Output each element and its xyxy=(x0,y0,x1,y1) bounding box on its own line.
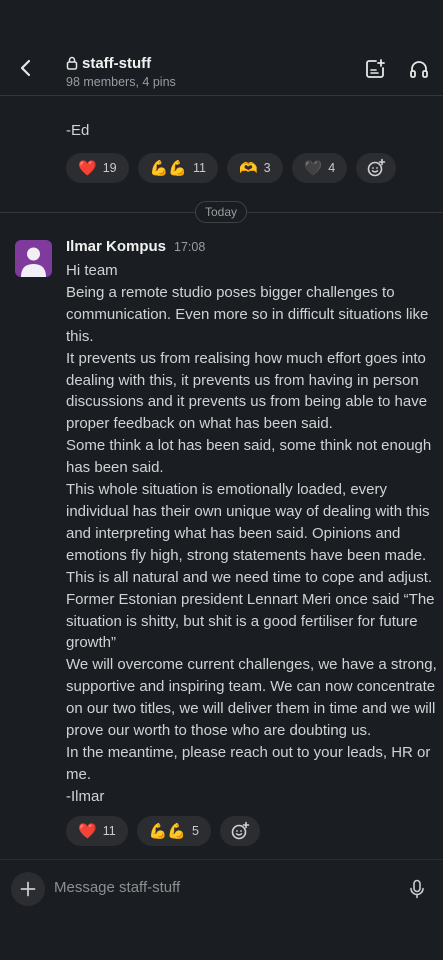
message-line: individual has their own unique way of d… xyxy=(66,502,430,520)
message-line: discussions and it prevents us from bein… xyxy=(66,393,428,411)
message-line: This is all natural and we need time to … xyxy=(66,568,433,586)
message-line: We will overcome current challenges, we … xyxy=(66,656,437,674)
avatar[interactable] xyxy=(15,240,52,277)
microphone-button[interactable] xyxy=(407,878,427,900)
add-reaction-button[interactable] xyxy=(219,816,260,846)
message-line: situation is shitty, but shit is a good … xyxy=(66,612,418,630)
reaction-muscle[interactable]: 💪💪 5 xyxy=(136,816,211,846)
add-reaction-icon xyxy=(367,158,386,177)
message-line: It prevents us from realising how much e… xyxy=(66,349,426,367)
black-heart-emoji: 🖤 xyxy=(303,159,323,177)
message-body: Hi team Being a remote studio poses bigge… xyxy=(66,260,438,808)
canvas-icon xyxy=(366,59,385,78)
message-line: me. xyxy=(66,765,92,783)
reaction-count: 4 xyxy=(328,161,336,175)
reaction-muscle[interactable]: 💪💪 11 xyxy=(137,153,218,183)
author-name[interactable]: Ilmar Kompus xyxy=(66,238,166,255)
headphones-icon xyxy=(410,61,428,78)
reaction-black-heart[interactable]: 🖤 4 xyxy=(291,153,348,183)
message-line: Former Estonian president Lennart Meri o… xyxy=(66,590,435,608)
message-line: and interpreting what has been said. Opi… xyxy=(66,524,401,542)
previous-message-reactions: ❤️ 19 💪💪 11 🫶 3 🖤 4 xyxy=(66,153,397,183)
message-line: this. xyxy=(66,327,94,345)
reaction-heart[interactable]: ❤️ 19 xyxy=(66,153,129,183)
message-line: Being a remote studio poses bigger chall… xyxy=(66,283,395,301)
back-button[interactable] xyxy=(14,56,38,80)
user-avatar-icon xyxy=(21,247,46,277)
heart-emoji: ❤️ xyxy=(78,159,97,177)
message-time: 17:08 xyxy=(174,240,206,254)
reaction-count: 3 xyxy=(263,161,271,175)
add-reaction-button[interactable] xyxy=(356,153,397,183)
reaction-custom[interactable]: 🫶 3 xyxy=(226,153,283,183)
message-line: proper feedback on what has been said. xyxy=(66,415,333,433)
message-line: prove our worth to those who are doubtin… xyxy=(66,722,372,740)
composer-divider xyxy=(0,859,443,860)
chevron-left-icon xyxy=(20,59,31,77)
channel-name: staff-stuff xyxy=(82,54,152,72)
reaction-count: 5 xyxy=(192,824,199,838)
microphone-icon xyxy=(410,879,424,899)
date-divider[interactable]: Today xyxy=(195,201,247,223)
custom-emoji: 🫶 xyxy=(238,159,258,177)
lock-icon xyxy=(66,56,78,70)
message-line: has been said. xyxy=(66,459,164,477)
message-line: supportive and inspiring team. We can no… xyxy=(66,678,436,696)
message-reactions: ❤️ 11 💪💪 5 xyxy=(66,816,260,846)
plus-icon xyxy=(20,881,36,897)
attach-button[interactable] xyxy=(11,872,45,906)
message-line: Hi team xyxy=(66,262,118,279)
reaction-count: 11 xyxy=(102,824,116,838)
previous-message-text: -Ed xyxy=(66,122,90,139)
reaction-heart[interactable]: ❤️ 11 xyxy=(66,816,128,846)
canvas-button[interactable] xyxy=(364,58,386,80)
message-line: dealing with this, it prevents us from h… xyxy=(66,371,419,389)
heart-emoji: ❤️ xyxy=(78,822,97,840)
add-reaction-icon xyxy=(231,821,250,840)
muscle-emoji: 💪💪 xyxy=(149,159,187,177)
message-line: In the meantime, please reach out to you… xyxy=(66,743,431,761)
channel-meta: 98 members, 4 pins xyxy=(66,75,176,89)
reaction-count: 11 xyxy=(192,161,206,175)
message-line: on our two titles, we will deliver them … xyxy=(66,700,436,718)
message-input[interactable]: Message staff-stuff xyxy=(54,879,180,896)
message-line: This whole situation is emotionally load… xyxy=(66,481,387,499)
reaction-count: 19 xyxy=(102,161,117,175)
channel-title-block[interactable]: staff-stuff 98 members, 4 pins xyxy=(66,53,176,90)
message-header: Ilmar Kompus 17:08 xyxy=(66,238,205,255)
message-line: emotions fly high, strong statements hav… xyxy=(66,546,427,564)
huddle-button[interactable] xyxy=(408,58,430,80)
muscle-emoji: 💪💪 xyxy=(148,822,187,840)
message-line: communication. Even more so in difficult… xyxy=(66,305,429,323)
message-line: Some think a lot has been said, some thi… xyxy=(66,437,432,455)
message-line: growth” xyxy=(66,634,117,652)
channel-header: staff-stuff 98 members, 4 pins xyxy=(0,0,443,96)
message-line: -Ilmar xyxy=(66,787,105,805)
